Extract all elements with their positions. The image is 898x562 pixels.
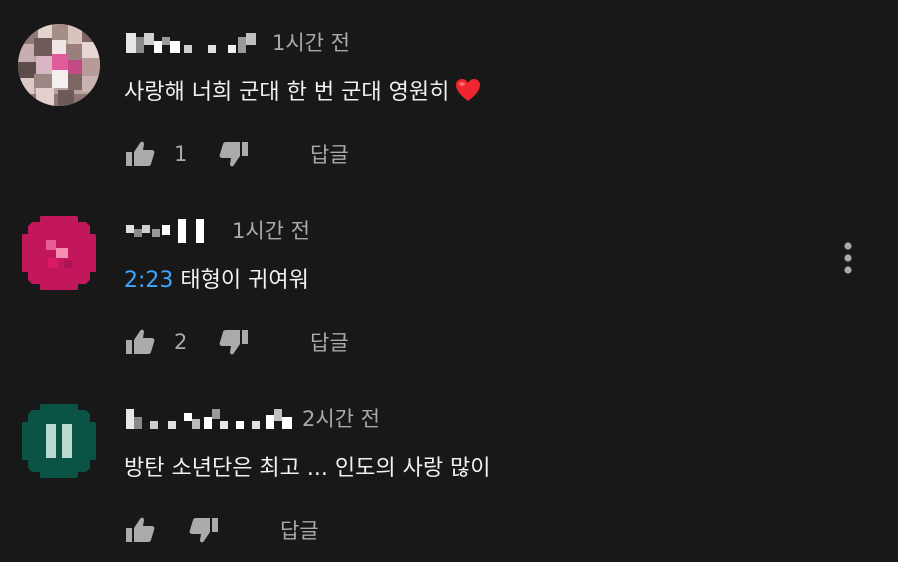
thumbs-up-icon <box>126 141 155 166</box>
thumbs-down-icon <box>219 330 248 355</box>
avatar[interactable] <box>18 400 100 482</box>
comment-header: 1시간 전 <box>124 28 350 58</box>
reply-button[interactable]: 답글 <box>310 139 349 169</box>
comment-time[interactable]: 1시간 전 <box>232 216 310 246</box>
comment-item: 1시간 전 2:23 태형이 귀여워 2 답글 <box>0 188 898 374</box>
author-name[interactable] <box>124 31 266 55</box>
like-count: 1 <box>174 142 188 166</box>
comment-time[interactable]: 2시간 전 <box>302 404 380 434</box>
thumbs-down-icon <box>189 518 218 543</box>
dislike-button[interactable] <box>188 514 220 546</box>
comment-item: 1시간 전 사랑해 너희 군대 한 번 군대 영원히 1 답글 <box>0 0 898 186</box>
reply-button[interactable]: 답글 <box>310 327 349 357</box>
comment-text: 사랑해 너희 군대 한 번 군대 영원히 <box>124 76 481 110</box>
dislike-button[interactable] <box>218 326 250 358</box>
like-button[interactable] <box>124 138 156 170</box>
author-name[interactable] <box>124 407 296 431</box>
comment-actions: 2 답글 <box>124 324 349 360</box>
thumbs-down-icon <box>219 142 248 167</box>
thumbs-up-icon <box>126 517 155 542</box>
avatar[interactable] <box>18 24 100 106</box>
comment-text: 방탄 소년단은 최고 ... 인도의 사랑 많이 <box>124 456 491 481</box>
like-count: 2 <box>174 330 188 354</box>
video-timestamp-link[interactable]: 2:23 <box>124 268 173 293</box>
comment-item: 2시간 전 방탄 소년단은 최고 ... 인도의 사랑 많이 답글 <box>0 376 898 562</box>
thumbs-up-icon <box>126 329 155 354</box>
comment-text: 2:23 태형이 귀여워 <box>124 268 309 293</box>
reply-button[interactable]: 답글 <box>280 515 319 545</box>
like-button[interactable] <box>124 326 156 358</box>
author-name[interactable] <box>124 219 210 243</box>
more-vertical-icon[interactable] <box>840 240 856 280</box>
comment-time[interactable]: 1시간 전 <box>272 28 350 58</box>
comment-actions: 답글 <box>124 512 319 548</box>
comment-actions: 1 답글 <box>124 136 349 172</box>
like-button[interactable] <box>124 514 156 546</box>
comment-header: 1시간 전 <box>124 216 310 246</box>
avatar[interactable] <box>18 212 100 294</box>
dislike-button[interactable] <box>218 138 250 170</box>
heart-emoji-icon <box>455 79 481 105</box>
comment-header: 2시간 전 <box>124 404 380 434</box>
